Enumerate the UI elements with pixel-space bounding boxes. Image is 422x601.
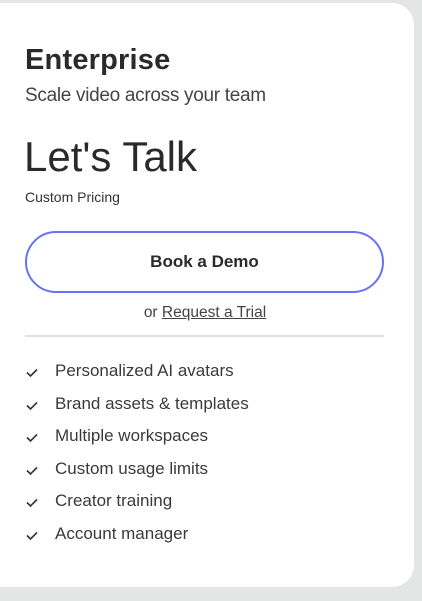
list-item: Creator training	[25, 491, 249, 524]
request-trial-link[interactable]: Request a Trial	[162, 304, 266, 321]
plan-price: Let's Talk	[24, 133, 198, 180]
or-text: or	[143, 304, 158, 321]
list-item: Personalized AI avatars	[25, 361, 249, 394]
plan-name: Enterprise	[25, 44, 171, 76]
list-item: Multiple workspaces	[25, 426, 249, 459]
check-icon	[25, 426, 55, 453]
divider	[25, 335, 384, 337]
check-icon	[25, 394, 55, 421]
price-note: Custom Pricing	[25, 189, 120, 205]
feature-label: Multiple workspaces	[55, 426, 209, 445]
plan-tagline: Scale video across your team	[25, 85, 266, 106]
feature-list: Personalized AI avatars Brand assets & t…	[25, 361, 249, 556]
check-icon	[25, 524, 55, 551]
feature-label: Creator training	[55, 491, 173, 510]
check-icon	[25, 361, 55, 388]
check-icon	[25, 459, 55, 486]
list-item: Brand assets & templates	[25, 394, 249, 427]
feature-label: Custom usage limits	[55, 458, 209, 478]
feature-label: Brand assets & templates	[55, 393, 249, 413]
feature-label: Personalized AI avatars	[55, 361, 234, 380]
list-item: Account manager	[25, 524, 249, 557]
trial-line: or Request a Trial	[0, 304, 410, 322]
feature-label: Account manager	[55, 523, 189, 543]
book-demo-button[interactable]: Book a Demo	[25, 231, 384, 293]
check-icon	[25, 491, 55, 518]
list-item: Custom usage limits	[25, 459, 249, 492]
